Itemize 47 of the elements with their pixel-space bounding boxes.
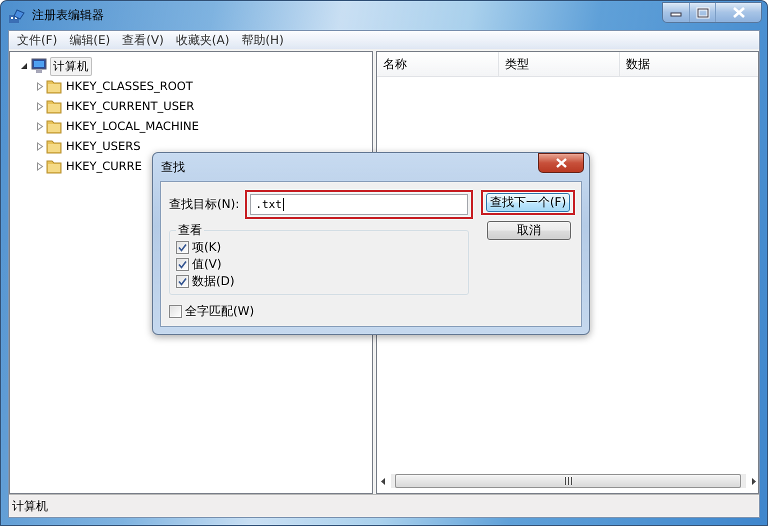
grip-icon xyxy=(564,477,573,485)
computer-icon xyxy=(30,58,48,74)
folder-icon xyxy=(46,78,62,94)
checkbox-label: 数据(D) xyxy=(192,273,235,290)
checkbox-label: 项(K) xyxy=(192,239,222,256)
dialog-title: 查找 xyxy=(161,158,185,176)
menu-item[interactable]: 收藏夹(A) xyxy=(170,32,236,48)
menu-item[interactable]: 编辑(E) xyxy=(63,32,116,48)
tree-item[interactable]: HKEY_CURRENT_USER xyxy=(64,98,196,114)
tree-item[interactable]: HKEY_USERS xyxy=(64,138,143,154)
registry-icon xyxy=(8,8,26,24)
checkbox-label: 值(V) xyxy=(192,256,222,273)
find-label: 查找目标(N): xyxy=(169,196,240,213)
minimize-button[interactable] xyxy=(663,3,689,22)
maximize-button[interactable] xyxy=(689,3,715,22)
close-button[interactable] xyxy=(538,153,584,173)
checkbox[interactable] xyxy=(176,241,189,254)
folder-icon xyxy=(46,118,62,134)
tree-item[interactable]: HKEY_CLASSES_ROOT xyxy=(64,78,195,94)
checkbox[interactable] xyxy=(176,258,189,271)
checkbox[interactable] xyxy=(169,305,182,318)
tree-item[interactable]: HKEY_CURRE xyxy=(64,158,144,174)
tree-item[interactable]: HKEY_LOCAL_MACHINE xyxy=(64,118,201,134)
column-header[interactable]: 类型 xyxy=(499,52,620,76)
checkbox[interactable] xyxy=(176,275,189,288)
column-header[interactable]: 数据 xyxy=(620,52,758,76)
checkbox-label: 全字匹配(W) xyxy=(185,303,254,320)
maximize-icon xyxy=(696,6,710,18)
tree-item[interactable]: 计算机 xyxy=(50,56,92,76)
scrollbar-thumb[interactable] xyxy=(395,474,742,488)
folder-icon xyxy=(46,98,62,114)
cancel-button[interactable]: 取消 xyxy=(487,221,571,240)
scroll-left-icon xyxy=(379,476,387,486)
group-label: 查看 xyxy=(177,222,203,239)
menu-item[interactable]: 查看(V) xyxy=(116,32,170,48)
window-title: 注册表编辑器 xyxy=(32,7,104,24)
menu-item[interactable]: 文件(F) xyxy=(11,32,64,48)
scroll-right-icon xyxy=(750,476,758,486)
find-next-button[interactable]: 查找下一个(F) xyxy=(486,193,570,212)
column-header[interactable]: 名称 xyxy=(377,52,499,76)
close-icon xyxy=(732,6,746,18)
status-text: 计算机 xyxy=(12,498,48,514)
folder-icon xyxy=(46,158,62,174)
folder-icon xyxy=(46,138,62,154)
close-icon xyxy=(556,158,566,168)
find-input[interactable]: .txt xyxy=(250,194,468,215)
menu-item[interactable]: 帮助(H) xyxy=(235,32,290,48)
